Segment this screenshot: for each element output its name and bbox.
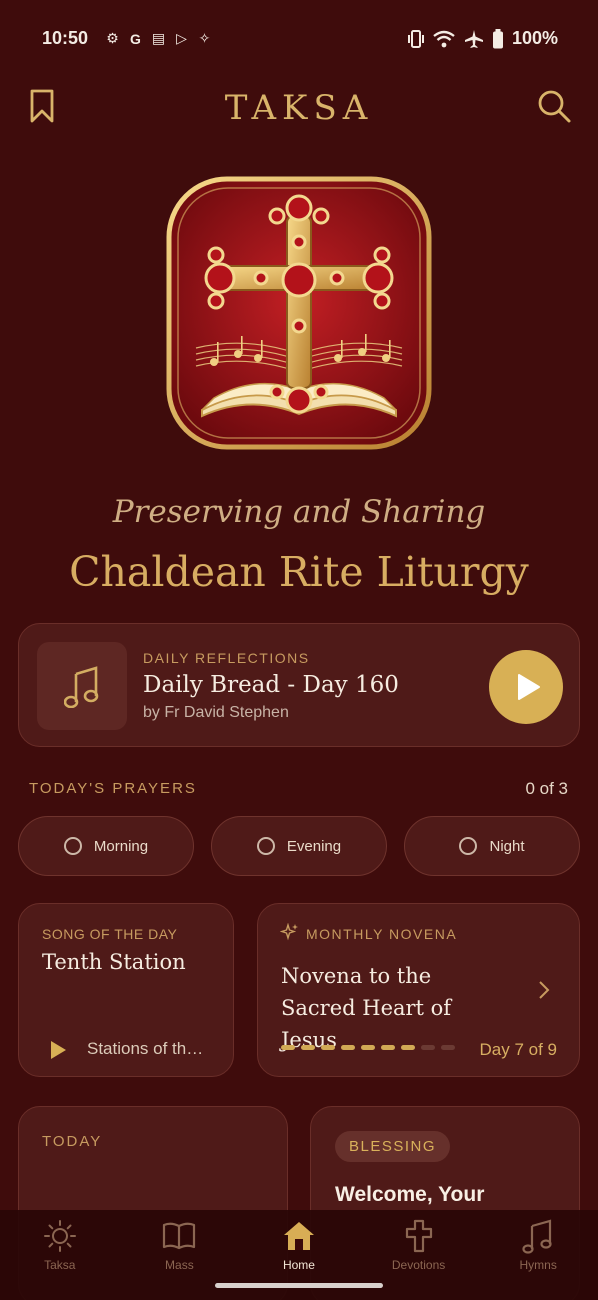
progress-segment <box>381 1045 395 1050</box>
reflection-author: by Fr David Stephen <box>143 704 289 721</box>
prayer-label: Morning <box>93 837 149 855</box>
sun-icon <box>43 1220 76 1252</box>
battery-percentage: 100% <box>511 28 558 48</box>
hero-subtitle: Preserving and Sharing <box>112 494 486 530</box>
prayer-night-button[interactable]: Night <box>404 816 580 876</box>
nav-label: Mass <box>165 1258 194 1272</box>
daily-reflection-card[interactable]: DAILY REFLECTIONS Daily Bread - Day 160 … <box>18 623 580 747</box>
reflection-thumbnail <box>37 642 127 730</box>
play-button[interactable] <box>489 650 563 724</box>
progress-segment <box>321 1045 335 1050</box>
home-indicator <box>215 1283 383 1288</box>
settings-icon: ⚙ <box>106 30 119 46</box>
radio-icon <box>63 837 82 855</box>
song-title: Tenth Station <box>42 950 186 974</box>
prayer-evening-button[interactable]: Evening <box>211 816 387 876</box>
music-note-icon <box>64 666 99 708</box>
song-of-the-day-card[interactable]: SONG OF THE DAY Tenth Station Stations o… <box>18 903 234 1077</box>
status-bar: 10:50 ⚙ G ▤ ▷ ✧ 100% <box>0 0 598 78</box>
chevron-right-icon[interactable] <box>538 980 550 1000</box>
novena-title: Novena to the Sacred Heart of Jesus <box>281 964 452 1052</box>
search-icon[interactable] <box>536 88 572 124</box>
reflection-title: Daily Bread - Day 160 <box>143 672 399 698</box>
reflection-eyebrow: DAILY REFLECTIONS <box>143 650 310 666</box>
radio-icon <box>459 837 478 855</box>
nav-taksa[interactable]: Taksa <box>10 1218 110 1272</box>
play-store-icon: ▷ <box>176 30 187 46</box>
music-note-icon <box>522 1219 552 1254</box>
cross-book-logo <box>166 176 432 450</box>
news-icon: ▤ <box>151 30 166 46</box>
monthly-novena-card[interactable]: MONTHLY NOVENA Novena to the Sacred Hear… <box>257 903 580 1077</box>
nav-home[interactable]: Home <box>249 1218 349 1272</box>
cross-icon <box>405 1219 432 1253</box>
progress-segment <box>421 1045 435 1050</box>
radio-icon <box>256 837 275 855</box>
nav-label: Home <box>282 1258 315 1272</box>
prayer-morning-button[interactable]: Morning <box>18 816 194 876</box>
progress-segment <box>301 1045 315 1050</box>
song-eyebrow: SONG OF THE DAY <box>42 926 178 942</box>
app-title: TAKSA <box>224 88 374 128</box>
battery-icon <box>492 28 503 48</box>
prayers-section-label: TODAY'S PRAYERS <box>29 780 197 797</box>
song-subtitle: Stations of the Cross <box>87 1039 207 1058</box>
nav-label: Hymns <box>519 1258 557 1272</box>
airplane-icon <box>464 29 483 48</box>
novena-progress-bar <box>281 1045 455 1050</box>
hero-title: Chaldean Rite Liturgy <box>69 548 529 596</box>
vibrate-icon <box>407 29 424 48</box>
nav-label: Taksa <box>44 1258 76 1272</box>
prayer-label: Night <box>489 837 525 855</box>
progress-segment <box>341 1045 355 1050</box>
google-icon: G <box>130 30 141 47</box>
status-time: 10:50 <box>42 28 89 48</box>
sparkle-icon <box>280 923 298 941</box>
nav-label: Devotions <box>391 1258 446 1272</box>
app-header: TAKSA <box>0 80 598 136</box>
nav-mass[interactable]: Mass <box>129 1218 229 1272</box>
nav-devotions[interactable]: Devotions <box>369 1218 469 1272</box>
book-icon <box>163 1222 196 1250</box>
today-label: TODAY <box>42 1133 103 1150</box>
assistant-icon: ✧ <box>198 30 211 46</box>
home-icon <box>283 1222 314 1250</box>
novena-day-label: Day 7 of 9 <box>479 1040 558 1059</box>
play-icon <box>518 674 540 700</box>
prayers-count: 0 of 3 <box>525 779 568 798</box>
progress-segment <box>401 1045 415 1050</box>
blessing-badge: BLESSING <box>335 1131 451 1162</box>
prayer-label: Evening <box>286 837 342 855</box>
nav-hymns[interactable]: Hymns <box>488 1218 588 1272</box>
wifi-icon <box>433 30 455 47</box>
progress-segment <box>281 1045 295 1050</box>
novena-eyebrow: MONTHLY NOVENA <box>306 926 458 942</box>
progress-segment <box>441 1045 455 1050</box>
blessing-title: Welcome, Your <box>335 1183 485 1206</box>
play-icon[interactable] <box>49 1040 67 1060</box>
progress-segment <box>361 1045 375 1050</box>
